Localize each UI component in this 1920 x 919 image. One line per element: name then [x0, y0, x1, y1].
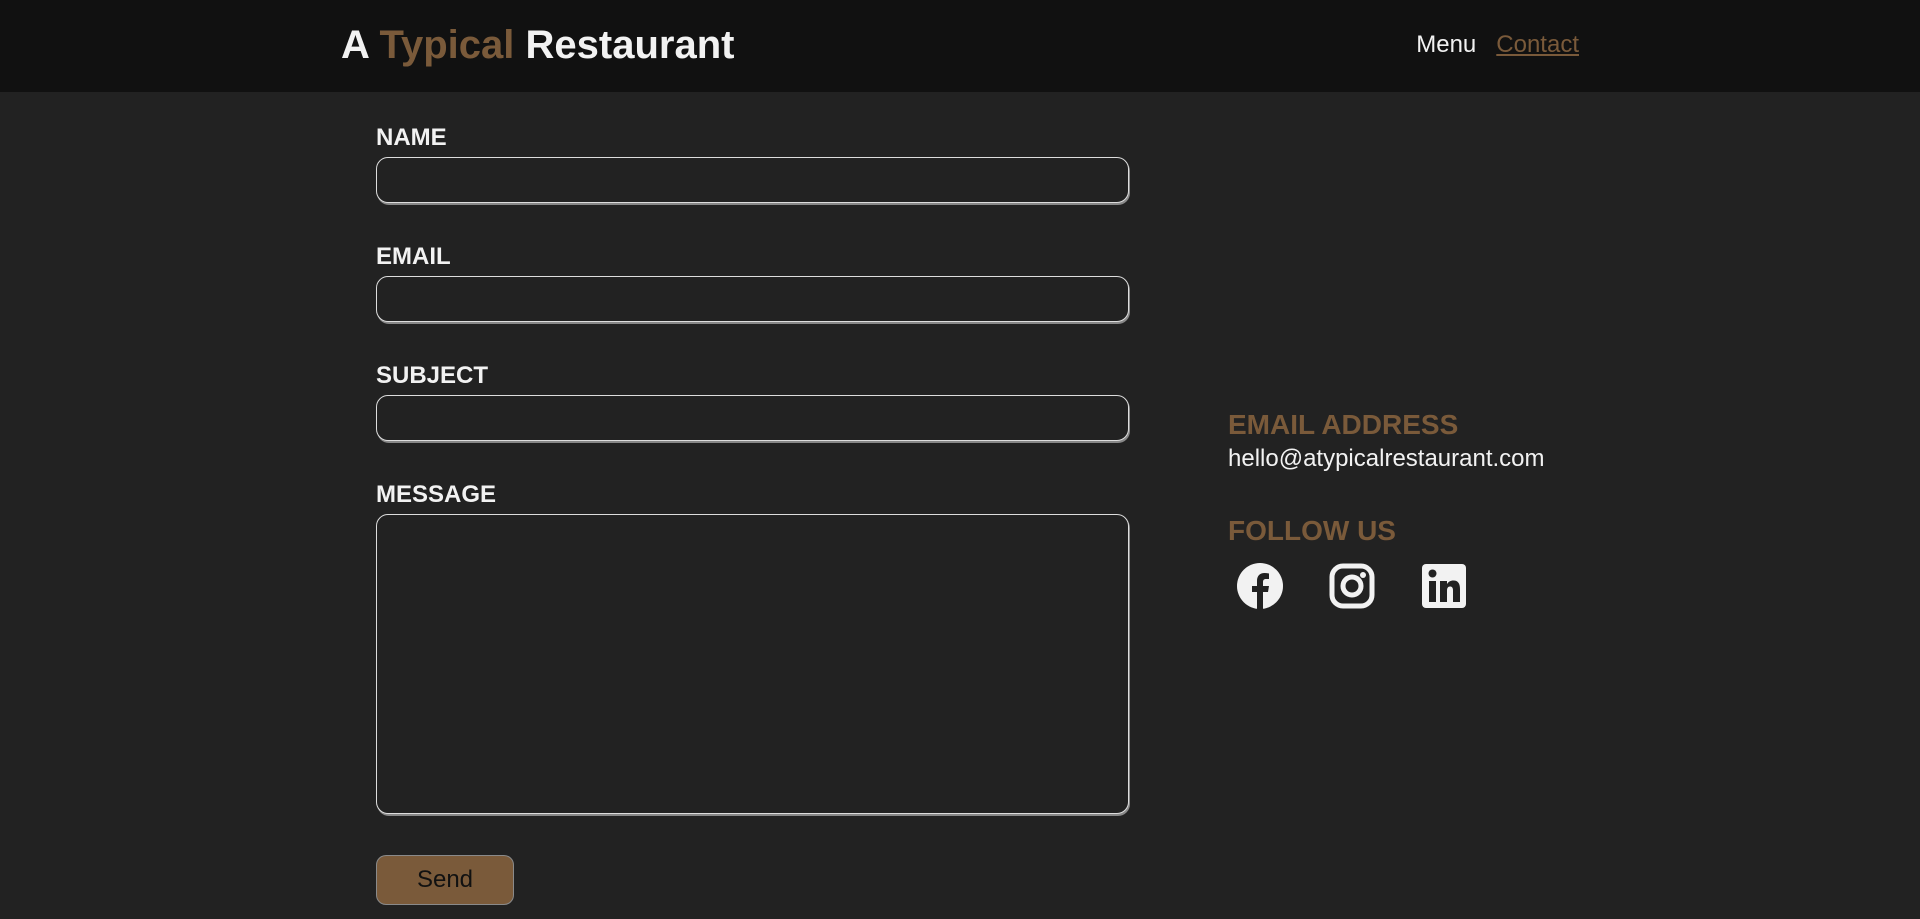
subject-field-group: SUBJECT — [376, 362, 1129, 441]
main-nav: Menu Contact — [1416, 31, 1579, 59]
email-address-heading: EMAIL ADDRESS — [1228, 409, 1459, 440]
message-label: MESSAGE — [376, 481, 497, 508]
facebook-icon — [1237, 563, 1283, 609]
logo-word-restaurant: Restaurant — [525, 23, 735, 67]
contact-info-panel: EMAIL ADDRESS hello@atypicalrestaurant.c… — [1228, 408, 1628, 610]
email-label: EMAIL — [376, 243, 451, 270]
social-links — [1228, 562, 1628, 610]
email-input[interactable] — [376, 276, 1129, 322]
name-input[interactable] — [376, 157, 1129, 203]
site-logo[interactable]: A Typical Restaurant — [341, 22, 734, 68]
contact-form: NAME EMAIL SUBJECT MESSAGE — [376, 124, 1129, 854]
subject-input[interactable] — [376, 395, 1129, 441]
linkedin-icon — [1422, 564, 1466, 608]
name-field-group: NAME — [376, 124, 1129, 203]
subject-label: SUBJECT — [376, 362, 489, 389]
logo-word-typical: Typical — [379, 23, 515, 67]
logo-word-a: A — [341, 23, 369, 67]
message-field-group: MESSAGE — [376, 481, 1129, 814]
nav-link-contact[interactable]: Contact — [1496, 31, 1579, 59]
email-field-group: EMAIL — [376, 243, 1129, 322]
instagram-icon — [1329, 563, 1375, 609]
send-button[interactable]: Send — [376, 855, 514, 905]
instagram-link[interactable] — [1328, 562, 1376, 610]
message-textarea[interactable] — [376, 514, 1129, 814]
linkedin-link[interactable] — [1420, 562, 1468, 610]
follow-us-heading: FOLLOW US — [1228, 515, 1396, 546]
facebook-link[interactable] — [1236, 562, 1284, 610]
email-address-value[interactable]: hello@atypicalrestaurant.com — [1228, 444, 1628, 474]
name-label: NAME — [376, 124, 447, 151]
nav-link-menu[interactable]: Menu — [1416, 31, 1476, 59]
top-navigation-bar: A Typical Restaurant Menu Contact — [0, 0, 1920, 92]
